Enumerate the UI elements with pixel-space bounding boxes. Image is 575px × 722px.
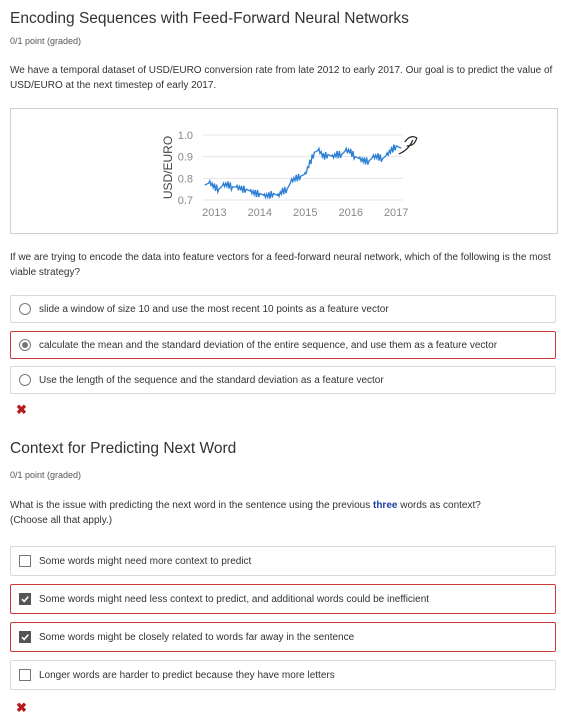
data-point [350,151,352,153]
question1-title: Encoding Sequences with Feed-Forward Neu… [10,10,409,27]
y-tick-label: 1.0 [178,130,193,142]
radio-button[interactable] [19,303,31,315]
data-point [300,175,302,177]
data-point [318,149,320,151]
data-point [354,156,356,158]
data-point [295,177,297,179]
data-point [395,145,397,147]
data-point [259,192,261,195]
check-icon [21,596,29,603]
data-point [345,149,347,151]
x-tick-label: 2015 [293,207,317,219]
y-axis-label: USD/EURO [161,136,175,199]
question1-points: 0/1 point (graded) [10,36,82,46]
data-point [331,156,334,158]
option-far-away-words[interactable]: Some words might be closely related to w… [10,622,556,652]
data-point [250,190,252,192]
option-label: Some words might be closely related to w… [39,631,355,643]
data-point [268,195,270,197]
option-more-context[interactable]: Some words might need more context to pr… [10,546,556,576]
cross-icon: ✖ [16,700,27,715]
data-point [254,192,256,195]
option-label: Some words might need more context to pr… [39,555,252,567]
checkbox[interactable] [19,631,31,643]
data-point [381,158,384,160]
x-tick-label: 2013 [202,207,226,219]
data-point [322,156,325,158]
data-point [291,179,293,182]
data-point [372,156,375,158]
question2-title: Context for Predicting Next Word [10,440,237,457]
data-point [286,188,288,190]
data-point [281,190,284,192]
option-label: slide a window of size 10 and use the mo… [39,303,389,315]
option-mean-std[interactable]: calculate the mean and the standard devi… [10,331,556,359]
question2-text-after: words as context? [397,500,481,511]
x-tick-label: 2017 [384,207,408,219]
data-point [245,188,247,190]
option-label: Longer words are harder to predict becau… [39,669,335,681]
question2-points: 0/1 point (graded) [10,470,82,480]
y-tick-label: 0.7 [178,195,193,207]
option-sliding-window[interactable]: slide a window of size 10 and use the mo… [10,295,556,323]
question2-text-before: What is the issue with predicting the ne… [10,500,373,511]
option-label: Use the length of the sequence and the s… [39,374,384,386]
checkbox[interactable] [19,555,31,567]
series-line [205,144,401,200]
prediction-scribble-icon [398,136,418,155]
data-point [272,192,275,195]
data-point [236,186,238,188]
chart-figure: 0.7 0.8 0.9 1.0 2013 2014 2015 2016 2017 USD/EURO [10,108,558,234]
option-label: Some words might need less context to pr… [39,593,430,605]
data-point [368,160,370,162]
x-tick-label: 2016 [338,207,362,219]
data-point [213,186,215,188]
data-point [263,195,265,197]
question1-prompt: If we are trying to encode the data into… [10,252,551,278]
check-icon [21,634,29,641]
radio-button[interactable] [19,339,31,351]
data-point [209,182,211,184]
option-less-context[interactable]: Some words might need less context to pr… [10,584,556,614]
x-tick-label: 2014 [248,207,272,219]
question2-text: What is the issue with predicting the ne… [10,498,561,528]
option-longer-words[interactable]: Longer words are harder to predict becau… [10,660,556,690]
data-point [204,184,206,186]
data-point [227,184,229,186]
data-point [231,186,234,188]
y-tick-label: 0.9 [178,152,193,164]
cross-icon: ✖ [16,402,27,417]
data-point [336,153,338,156]
data-point [222,184,225,186]
data-point [241,188,243,190]
data-point [341,153,343,156]
data-point [309,162,311,164]
question2-text-line2: (Choose all that apply.) [10,515,113,526]
data-point [304,173,306,175]
checkbox[interactable] [19,593,31,605]
option-length-std[interactable]: Use the length of the sequence and the s… [10,366,556,394]
question1-text: We have a temporal dataset of USD/EURO c… [10,65,553,91]
y-tick-label: 0.8 [178,173,193,185]
option-label: calculate the mean and the standard devi… [39,339,498,351]
data-point [377,156,379,158]
data-point [218,188,220,190]
data-point [277,195,279,197]
data-point [359,158,361,160]
data-point [391,149,393,151]
data-point [313,151,315,153]
question2-text-bold: three [372,500,398,511]
radio-button[interactable] [19,374,31,386]
data-point [386,153,388,156]
data-point [363,160,365,162]
data-point [400,147,402,149]
data-point [327,153,329,156]
usd-euro-chart: 0.7 0.8 0.9 1.0 2013 2014 2015 2016 2017 USD/EURO [161,130,418,219]
checkbox[interactable] [19,669,31,681]
